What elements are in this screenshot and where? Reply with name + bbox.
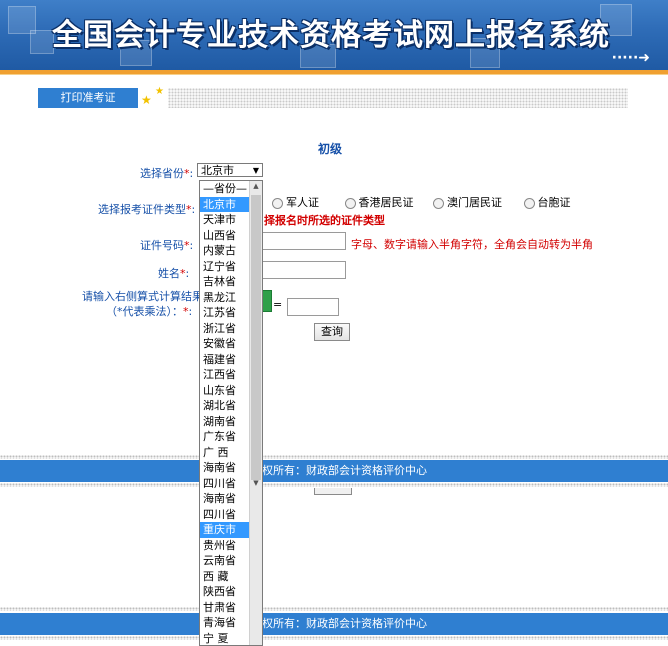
scroll-thumb[interactable] (251, 195, 261, 480)
tab-bar-dots (168, 88, 628, 108)
dropdown-scrollbar[interactable]: ▲ ▼ (249, 181, 262, 645)
hidden-button-edge (314, 488, 352, 495)
level-title: 初级 (318, 142, 343, 156)
name-input[interactable] (262, 261, 346, 279)
id-number-hint: 字母、数字请输入半角字符，全角会自动转为半角 (351, 238, 593, 251)
header-banner: 全国会计专业技术资格考试网上报名系统 ·····➜ (0, 0, 668, 70)
province-label: 选择省份*: (140, 167, 194, 180)
star-icon: ★ (155, 86, 164, 97)
banner-arrow: ·····➜ (611, 50, 650, 66)
banner-decor (30, 30, 54, 54)
id-type-radio-group: 军人证 香港居民证 澳门居民证 台胞证 (272, 194, 571, 210)
footer-dots (0, 455, 668, 459)
radio-hongkong[interactable]: 香港居民证 (344, 196, 414, 209)
footer-copyright: 权所有：财政部会计资格评价中心 (262, 617, 427, 630)
star-icon: ★ (141, 93, 152, 107)
id-number-label: 证件号码*: (140, 239, 194, 252)
captcha-image (262, 290, 272, 312)
radio-macau[interactable]: 澳门居民证 (433, 196, 502, 209)
banner-title: 全国会计专业技术资格考试网上报名系统 (52, 18, 610, 53)
banner-divider-light (0, 74, 668, 75)
scroll-down-icon[interactable]: ▼ (250, 479, 262, 487)
province-dropdown-list[interactable]: —省份— 北京市 天津市 山西省 内蒙古 辽宁省 吉林省 黑龙江 江苏省 浙江省 安徽省 福建省 江西省… (199, 180, 263, 646)
calc-label-line2: （*代表乘法）：*: (106, 305, 193, 318)
footer-band: 权所有：财政部会计资格评价中心 (0, 460, 668, 482)
query-button[interactable]: 查询 (314, 323, 350, 341)
footer-dots (0, 636, 668, 640)
captcha-answer-input[interactable] (287, 298, 339, 316)
footer-copyright: 权所有：财政部会计资格评价中心 (262, 464, 427, 477)
footer-dots (0, 483, 668, 487)
radio-taiwan[interactable]: 台胞证 (523, 196, 571, 209)
id-type-label: 选择报考证件类型*: (98, 203, 196, 216)
footer-dots (0, 607, 668, 611)
equals-sign: = (273, 298, 283, 311)
calc-label: 请输入右侧算式计算结果 (82, 290, 203, 303)
radio-military[interactable]: 军人证 (272, 196, 319, 209)
scroll-up-icon[interactable]: ▲ (250, 182, 262, 190)
name-label: 姓名*: (158, 267, 190, 280)
footer-band: 权所有：财政部会计资格评价中心 (0, 613, 668, 635)
id-type-hint: 择报名时所选的证件类型 (264, 214, 385, 227)
id-number-input[interactable] (262, 232, 346, 250)
province-select[interactable]: 北京市 ▼ (197, 163, 263, 177)
tab-print-admission-ticket[interactable]: 打印准考证 (38, 88, 138, 108)
chevron-down-icon: ▼ (252, 166, 259, 175)
